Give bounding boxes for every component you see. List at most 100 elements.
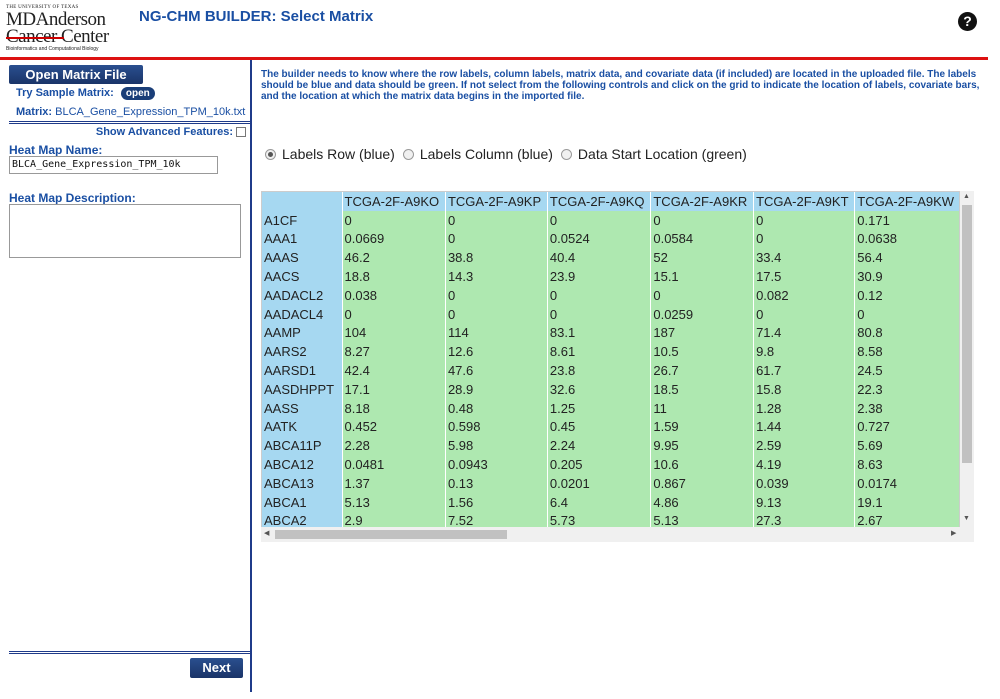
data-cell[interactable]: 22.3 — [854, 379, 959, 399]
grid-header-row[interactable]: TCGA-2F-A9KO TCGA-2F-A9KP TCGA-2F-A9KQ TCGA… — [262, 192, 959, 211]
scroll-right-icon[interactable]: ▶ — [951, 529, 956, 537]
data-cell[interactable]: 15.8 — [753, 379, 856, 399]
data-cell[interactable]: 0.0943 — [445, 455, 548, 474]
data-cell[interactable]: 56.4 — [854, 248, 959, 268]
data-cell[interactable]: 47.6 — [445, 361, 548, 380]
table-row[interactable]: ABCA13 1.37 0.13 0.0201 0.867 0.039 0.0174 — [262, 473, 959, 493]
data-cell[interactable]: 0.867 — [650, 473, 755, 493]
data-cell[interactable]: 0.0259 — [650, 304, 755, 324]
data-cell[interactable]: 24.5 — [854, 361, 959, 380]
data-cell[interactable]: 0 — [342, 304, 446, 324]
radio-data-start-button[interactable] — [560, 148, 572, 160]
data-cell[interactable]: 1.25 — [547, 398, 652, 418]
table-row[interactable]: AARSD1 42.4 47.6 23.8 26.7 61.7 24.5 — [262, 361, 959, 380]
data-cell[interactable]: 10.5 — [650, 342, 755, 362]
data-cell[interactable]: 187 — [650, 323, 755, 343]
data-cell[interactable]: 19.1 — [854, 492, 959, 512]
open-matrix-file-button[interactable]: Open Matrix File — [9, 65, 143, 84]
next-button[interactable]: Next — [190, 658, 243, 678]
data-cell[interactable]: 8.58 — [854, 342, 959, 362]
vertical-scrollbar[interactable]: ▲ ▼ — [960, 191, 974, 527]
data-cell[interactable]: 11 — [650, 398, 755, 418]
data-cell[interactable]: 1.28 — [753, 398, 856, 418]
data-cell[interactable]: 0.039 — [753, 473, 856, 493]
data-cell[interactable]: 9.8 — [753, 342, 856, 362]
data-cell[interactable]: 15.1 — [650, 267, 755, 286]
data-cell[interactable]: 32.6 — [547, 379, 652, 399]
table-row[interactable]: AAAS 46.2 38.8 40.4 52 33.4 56.4 — [262, 248, 959, 268]
column-label-cell[interactable]: TCGA-2F-A9KQ — [547, 192, 652, 211]
data-cell[interactable]: 0.0669 — [342, 229, 446, 249]
data-cell[interactable]: 0.598 — [445, 417, 548, 437]
data-cell[interactable]: 38.8 — [445, 248, 548, 268]
data-cell[interactable]: 104 — [342, 323, 446, 343]
radio-labels-row-button[interactable] — [265, 148, 276, 160]
data-cell[interactable]: 114 — [445, 323, 548, 343]
data-cell[interactable]: 14.3 — [445, 267, 548, 286]
data-cell[interactable]: 0.082 — [753, 285, 856, 305]
data-cell[interactable]: 0 — [753, 304, 856, 324]
data-cell[interactable]: 0 — [445, 210, 548, 230]
show-advanced-checkbox[interactable] — [236, 127, 246, 137]
data-cell[interactable]: 0.0174 — [854, 473, 959, 493]
data-cell[interactable]: 1.59 — [650, 417, 755, 437]
heat-map-description-input[interactable] — [9, 204, 241, 258]
radio-data-start[interactable]: Data Start Location (green) — [560, 146, 747, 162]
data-cell[interactable]: 26.7 — [650, 361, 755, 380]
data-cell[interactable]: 0 — [854, 304, 959, 324]
data-cell[interactable]: 0.0201 — [547, 473, 652, 493]
data-cell[interactable]: 0.13 — [445, 473, 548, 493]
data-cell[interactable]: 9.95 — [650, 436, 755, 456]
data-cell[interactable]: 0 — [445, 304, 548, 324]
row-label-cell[interactable]: AASS — [262, 398, 343, 418]
data-cell[interactable]: 0.038 — [342, 285, 446, 305]
data-cell[interactable]: 52 — [650, 248, 755, 268]
horizontal-scroll-thumb[interactable] — [275, 530, 507, 539]
table-row[interactable]: ABCA1 5.13 1.56 6.4 4.86 9.13 19.1 — [262, 492, 959, 512]
data-cell[interactable]: 0.12 — [854, 285, 959, 305]
table-row[interactable]: ABCA12 0.0481 0.0943 0.205 10.6 4.19 8.63 — [262, 455, 959, 474]
row-label-cell[interactable]: AAMP — [262, 323, 343, 343]
data-cell[interactable]: 18.8 — [342, 267, 446, 286]
table-row[interactable]: AADACL4 0 0 0 0.0259 0 0 — [262, 304, 959, 324]
row-label-cell[interactable]: AACS — [262, 267, 343, 286]
radio-labels-row[interactable]: Labels Row (blue) — [265, 146, 395, 162]
open-sample-button[interactable]: open — [120, 87, 155, 100]
vertical-scroll-thumb[interactable] — [962, 205, 972, 463]
data-cell[interactable]: 33.4 — [753, 248, 856, 268]
data-cell[interactable]: 40.4 — [547, 248, 652, 268]
table-row[interactable]: AAA1 0.0669 0 0.0524 0.0584 0 0.0638 — [262, 229, 959, 249]
row-label-cell[interactable]: AADACL2 — [262, 285, 343, 305]
data-cell[interactable]: 2.59 — [753, 436, 856, 456]
table-row[interactable]: AASS 8.18 0.48 1.25 11 1.28 2.38 — [262, 398, 959, 418]
table-row[interactable]: AARS2 8.27 12.6 8.61 10.5 9.8 8.58 — [262, 342, 959, 362]
data-cell[interactable]: 30.9 — [854, 267, 959, 286]
data-cell[interactable]: 0.0638 — [854, 229, 959, 249]
data-cell[interactable]: 0.0481 — [342, 455, 446, 474]
matrix-grid[interactable]: TCGA-2F-A9KO TCGA-2F-A9KP TCGA-2F-A9KQ TCGA… — [261, 191, 960, 542]
data-cell[interactable]: 0.0524 — [547, 229, 652, 249]
data-cell[interactable]: 0 — [547, 304, 652, 324]
data-cell[interactable]: 8.61 — [547, 342, 652, 362]
row-label-cell[interactable]: A1CF — [262, 210, 343, 230]
radio-labels-column[interactable]: Labels Column (blue) — [402, 146, 553, 162]
data-cell[interactable]: 0.727 — [854, 417, 959, 437]
data-cell[interactable]: 2.24 — [547, 436, 652, 456]
data-cell[interactable]: 8.18 — [342, 398, 446, 418]
column-label-cell[interactable]: TCGA-2F-A9KW — [854, 192, 959, 211]
data-cell[interactable]: 0 — [753, 229, 856, 249]
data-cell[interactable]: 83.1 — [547, 323, 652, 343]
data-cell[interactable]: 1.56 — [445, 492, 548, 512]
data-cell[interactable]: 5.69 — [854, 436, 959, 456]
table-row[interactable]: AATK 0.452 0.598 0.45 1.59 1.44 0.727 — [262, 417, 959, 437]
data-cell[interactable]: 0.0584 — [650, 229, 755, 249]
data-cell[interactable]: 42.4 — [342, 361, 446, 380]
data-cell[interactable]: 0 — [445, 285, 548, 305]
row-label-cell[interactable]: AADACL4 — [262, 304, 343, 324]
row-label-cell[interactable]: AATK — [262, 417, 343, 437]
data-cell[interactable]: 46.2 — [342, 248, 446, 268]
data-cell[interactable]: 61.7 — [753, 361, 856, 380]
data-cell[interactable]: 80.8 — [854, 323, 959, 343]
data-cell[interactable]: 17.5 — [753, 267, 856, 286]
column-label-cell[interactable]: TCGA-2F-A9KR — [650, 192, 755, 211]
